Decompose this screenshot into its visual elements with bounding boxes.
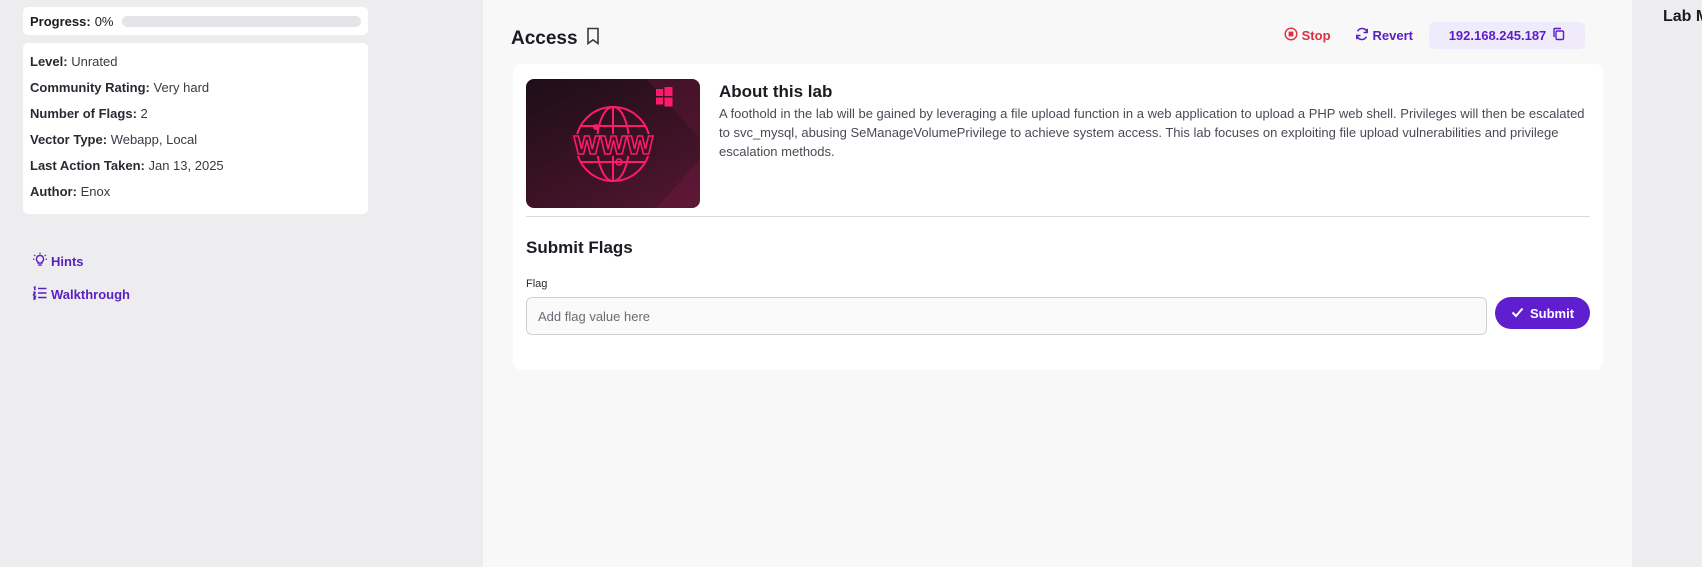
info-row-last-action: Last Action Taken: Jan 13, 2025 xyxy=(30,158,224,173)
flag-field-label: Flag xyxy=(526,278,548,290)
hints-link[interactable]: Hints xyxy=(32,252,84,271)
stop-icon xyxy=(1284,27,1302,44)
info-row-community-rating: Community Rating: Very hard xyxy=(30,80,210,95)
svg-text:WWW: WWW xyxy=(573,131,653,160)
about-title: About this lab xyxy=(719,82,833,101)
submit-button[interactable]: Submit xyxy=(1495,297,1590,329)
info-row-level: Level: Unrated xyxy=(30,54,118,69)
lab-info-card: Level: Unrated Community Rating: Very ha… xyxy=(23,43,368,214)
lightbulb-icon xyxy=(32,252,51,271)
flag-input[interactable] xyxy=(526,297,1487,335)
instance-actions: Stop Revert 192.168.245.187 xyxy=(1268,22,1585,49)
ip-address-chip[interactable]: 192.168.245.187 xyxy=(1429,22,1585,49)
www-globe-icon: WWW xyxy=(570,79,700,208)
divider xyxy=(526,216,1590,217)
progress-bar xyxy=(121,15,361,27)
walkthrough-label: Walkthrough xyxy=(51,287,130,302)
ip-address: 192.168.245.187 xyxy=(1448,28,1547,43)
lab-thumbnail: WWW xyxy=(526,79,700,208)
page-title-text: Access xyxy=(511,28,578,49)
revert-label: Revert xyxy=(1372,28,1413,43)
page-title: Access xyxy=(511,27,600,51)
list-icon xyxy=(32,285,51,304)
progress-label: Progress: xyxy=(30,13,91,29)
walkthrough-link[interactable]: Walkthrough xyxy=(32,285,130,304)
check-icon xyxy=(1511,306,1530,321)
progress-card: Progress: 0% xyxy=(23,7,368,35)
stop-button[interactable]: Stop xyxy=(1276,22,1339,49)
progress-value: 0% xyxy=(94,13,114,29)
revert-button[interactable]: Revert xyxy=(1347,22,1421,49)
left-sidebar: Progress: 0% Level: Unrated Community Ra… xyxy=(0,0,483,567)
right-panel-title: Lab M xyxy=(1663,8,1702,25)
about-description: A foothold in the lab will be gained by … xyxy=(719,106,1585,159)
lab-card: WWW About this lab A foothold in the lab… xyxy=(513,64,1603,370)
copy-icon[interactable] xyxy=(1546,27,1565,44)
stop-label: Stop xyxy=(1301,28,1331,43)
main-panel: Access Stop Revert 192.168.245.187 WWW A… xyxy=(483,0,1632,567)
bookmark-icon[interactable] xyxy=(578,27,600,51)
info-row-author: Author: Enox xyxy=(30,184,111,199)
refresh-icon xyxy=(1355,27,1373,44)
right-panel: Lab M xyxy=(1632,0,1702,567)
info-row-vector-type: Vector Type: Webapp, Local xyxy=(30,132,198,147)
submit-flags-title: Submit Flags xyxy=(526,238,633,257)
hints-label: Hints xyxy=(51,254,84,269)
info-row-number-of-flags: Number of Flags: 2 xyxy=(30,106,148,121)
submit-label: Submit xyxy=(1529,305,1575,321)
